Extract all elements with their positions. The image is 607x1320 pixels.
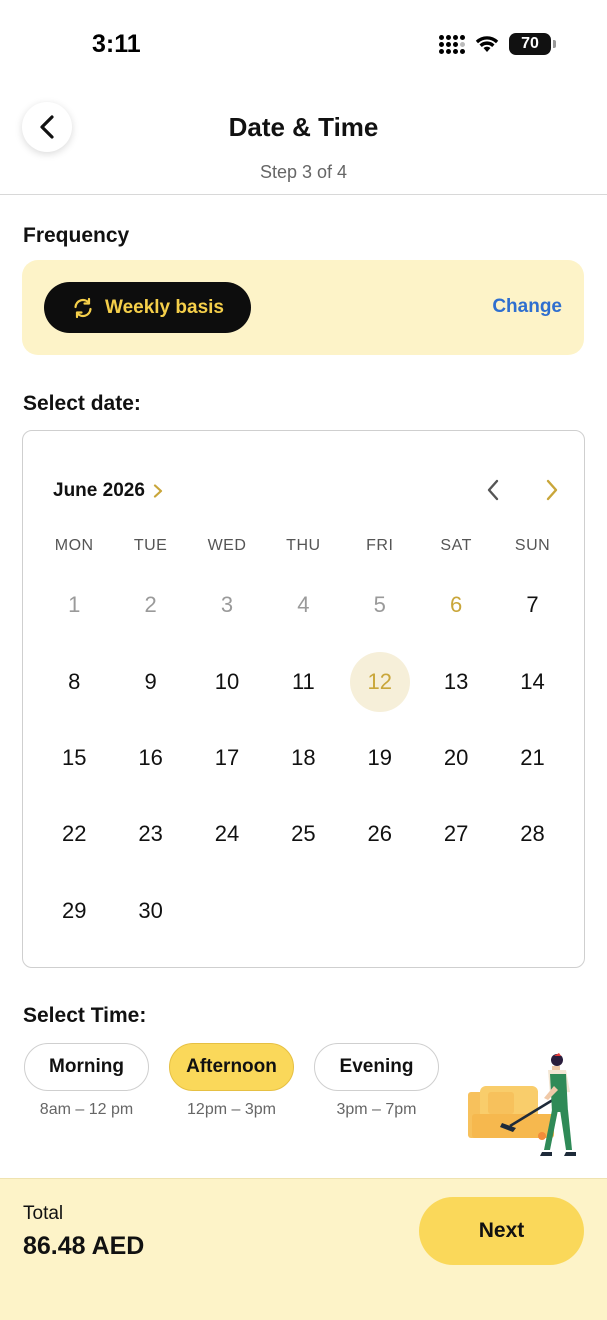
calendar-day[interactable]: 18 xyxy=(265,720,341,796)
next-button[interactable]: Next xyxy=(419,1197,584,1265)
calendar-day[interactable]: 19 xyxy=(342,720,418,796)
frequency-label: Frequency xyxy=(23,224,130,247)
total-price: 86.48 AED xyxy=(23,1232,145,1260)
time-range: 8am – 12 pm xyxy=(39,1101,134,1118)
time-option-evening: Evening 3pm – 7pm xyxy=(314,1043,439,1119)
time-range: 12pm – 3pm xyxy=(187,1101,276,1118)
calendar-day[interactable]: 1 xyxy=(36,567,112,643)
weekday-label: SAT xyxy=(440,537,472,554)
page-header: Date & Time Step 3 of 4 xyxy=(0,86,607,195)
calendar-day[interactable]: 17 xyxy=(189,720,265,796)
calendar-day[interactable]: 8 xyxy=(36,643,112,719)
next-month-button[interactable] xyxy=(537,475,567,505)
calendar: June 2026 MON TUE WED THU FRI SAT SUN 12… xyxy=(22,430,585,968)
calendar-day[interactable]: 10 xyxy=(189,643,265,719)
weekday-label: FRI xyxy=(366,537,394,554)
month-picker[interactable]: June 2026 xyxy=(53,480,163,502)
frequency-value: Weekly basis xyxy=(104,296,224,318)
calendar-day[interactable]: 30 xyxy=(112,873,188,949)
battery-icon: 70 xyxy=(509,33,556,55)
calendar-day[interactable]: 11 xyxy=(265,643,341,719)
calendar-day[interactable]: 13 xyxy=(418,643,494,719)
status-icons: 70 xyxy=(439,33,556,55)
cellular-signal-icon xyxy=(439,34,465,54)
frequency-badge: Weekly basis xyxy=(44,282,251,333)
selected-day-highlight: 12 xyxy=(349,651,410,712)
calendar-day[interactable]: 5 xyxy=(342,567,418,643)
calendar-day[interactable]: 22 xyxy=(36,796,112,872)
calendar-day[interactable]: 2 xyxy=(112,567,188,643)
chevron-left-icon xyxy=(487,479,499,501)
chevron-right-icon xyxy=(153,484,163,498)
time-range: 3pm – 7pm xyxy=(336,1101,417,1118)
calendar-day[interactable]: 23 xyxy=(112,796,188,872)
time-option-morning: Morning 8am – 12 pm xyxy=(24,1043,149,1119)
weekday-label: WED xyxy=(207,537,247,554)
time-options: Morning 8am – 12 pm Afternoon 12pm – 3pm… xyxy=(24,1043,439,1119)
calendar-day[interactable]: 3 xyxy=(189,567,265,643)
status-bar: 3:11 70 xyxy=(0,0,607,86)
afternoon-button[interactable]: Afternoon xyxy=(169,1043,294,1091)
calendar-days: 1 2 3 4 5 6 7 8 9 10 11 12 13 14 15 16 17 18 19 20 21 22 23 24 2… xyxy=(36,567,571,949)
calendar-day[interactable]: 27 xyxy=(418,796,494,872)
cleaner-illustration xyxy=(468,1053,576,1156)
calendar-day[interactable]: 4 xyxy=(265,567,341,643)
calendar-day[interactable]: 6 xyxy=(418,567,494,643)
month-label: June 2026 xyxy=(53,480,145,501)
calendar-day[interactable]: 29 xyxy=(36,873,112,949)
weekday-label: SUN xyxy=(514,537,551,554)
calendar-day[interactable]: 25 xyxy=(265,796,341,872)
repeat-icon xyxy=(74,297,92,318)
total-label: Total xyxy=(23,1203,64,1224)
change-frequency-link[interactable]: Change xyxy=(492,296,562,318)
morning-button[interactable]: Morning xyxy=(24,1043,149,1091)
calendar-day[interactable]: 7 xyxy=(494,567,570,643)
select-time-label: Select Time: xyxy=(23,1004,147,1027)
select-date-label: Select date: xyxy=(23,392,141,415)
calendar-day[interactable]: 15 xyxy=(36,720,112,796)
footer-bar: Total 86.48 AED Next xyxy=(0,1178,607,1320)
calendar-day[interactable]: 14 xyxy=(494,643,570,719)
weekday-label: MON xyxy=(54,537,94,554)
wifi-icon xyxy=(475,35,499,53)
step-indicator: Step 3 of 4 xyxy=(259,162,348,182)
chevron-right-icon xyxy=(546,479,558,501)
calendar-day[interactable]: 28 xyxy=(494,796,570,872)
status-time: 3:11 xyxy=(92,30,141,58)
evening-button[interactable]: Evening xyxy=(314,1043,439,1091)
calendar-day[interactable]: 9 xyxy=(112,643,188,719)
calendar-day-selected[interactable]: 12 xyxy=(342,643,418,719)
frequency-card: Weekly basis Change xyxy=(22,260,584,355)
time-option-afternoon: Afternoon 12pm – 3pm xyxy=(169,1043,294,1119)
calendar-day[interactable]: 21 xyxy=(494,720,570,796)
previous-month-button[interactable] xyxy=(478,475,508,505)
calendar-day[interactable]: 24 xyxy=(189,796,265,872)
calendar-day[interactable]: 26 xyxy=(342,796,418,872)
weekday-header: MON TUE WED THU FRI SAT SUN xyxy=(36,537,571,555)
weekday-label: THU xyxy=(286,537,321,554)
calendar-day[interactable]: 16 xyxy=(112,720,188,796)
calendar-day[interactable]: 20 xyxy=(418,720,494,796)
weekday-label: TUE xyxy=(133,537,168,554)
page-title: Date & Time xyxy=(228,112,379,142)
